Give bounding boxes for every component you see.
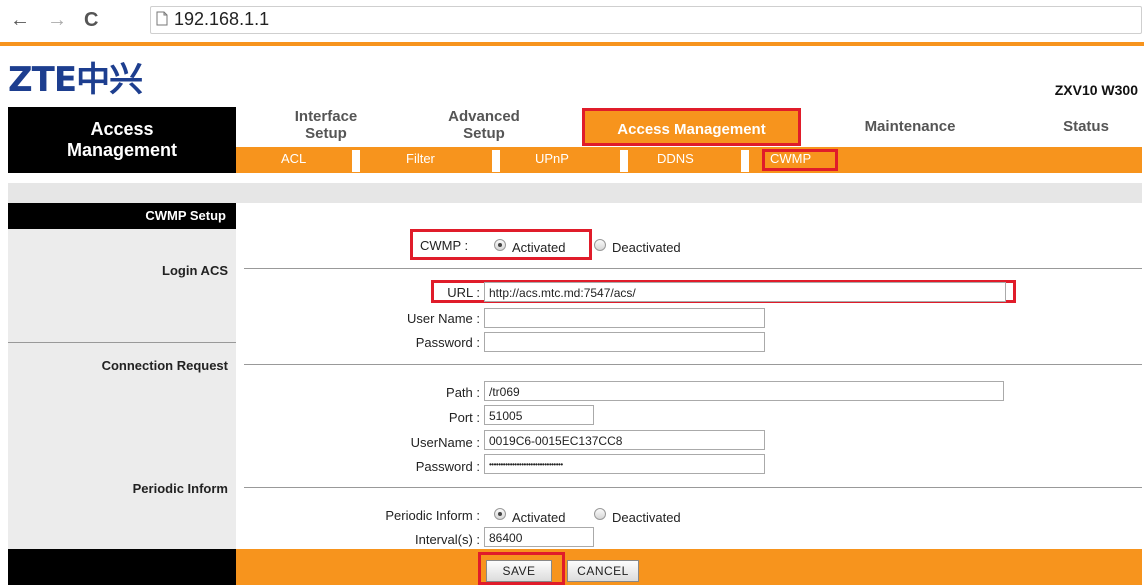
periodic-inform-label: Periodic Inform : (385, 508, 480, 523)
left-panel (8, 203, 236, 549)
section-periodic-inform: Periodic Inform (132, 481, 228, 496)
footer-bar (236, 549, 1142, 585)
subtab-cwmp[interactable]: CWMP (770, 151, 811, 166)
url-label: URL : (447, 285, 480, 300)
cwmp-activated-label: Activated (512, 240, 566, 255)
tab-advanced-setup[interactable]: Advanced Setup (426, 108, 542, 148)
left-section-title: Access Management (8, 107, 236, 173)
periodic-activated-label: Activated (512, 510, 566, 525)
cwmp-activated-radio[interactable] (494, 239, 506, 251)
interval-input[interactable]: 86400 (484, 527, 594, 547)
model-name: ZXV10 W300 (1054, 82, 1138, 98)
periodic-deactivated-radio[interactable] (594, 508, 606, 520)
periodic-activated-radio[interactable] (494, 508, 506, 520)
footer-left (8, 549, 236, 585)
acs-password-input[interactable] (484, 332, 765, 352)
section-divider (244, 364, 1142, 365)
cr-username-label: UserName : (410, 435, 480, 450)
cancel-button[interactable]: CANCEL (567, 560, 639, 582)
address-bar[interactable] (150, 6, 1142, 34)
subtab-separator (352, 150, 360, 172)
subtab-filter[interactable]: Filter (406, 151, 435, 166)
spacer-bar (8, 183, 1142, 203)
reload-icon[interactable]: C (84, 10, 98, 30)
periodic-deactivated-label: Deactivated (612, 510, 681, 525)
cr-username-input[interactable]: 0019C6-0015EC137CC8 (484, 430, 765, 450)
cr-password-input[interactable]: •••••••••••••••••••••••••••••••• (484, 454, 765, 474)
subtab-separator (492, 150, 500, 172)
url-input[interactable]: http://acs.mtc.md:7547/acs/ (484, 282, 1006, 302)
subtab-separator (620, 150, 628, 172)
subtab-upnp[interactable]: UPnP (535, 151, 569, 166)
cwmp-deactivated-radio[interactable] (594, 239, 606, 251)
cr-password-label: Password : (415, 459, 480, 474)
section-divider (244, 487, 1142, 488)
path-input[interactable]: /tr069 (484, 381, 1004, 401)
cwmp-deactivated-label: Deactivated (612, 240, 681, 255)
left-section-title-text: Access Management (66, 119, 178, 160)
subtab-acl[interactable]: ACL (281, 151, 306, 166)
port-input[interactable]: 51005 (484, 405, 594, 425)
port-label: Port : (448, 410, 480, 425)
back-arrow-icon[interactable]: ← (10, 10, 30, 30)
subtab-ddns[interactable]: DDNS (657, 151, 694, 166)
page-icon (156, 11, 168, 26)
section-divider (244, 268, 1142, 269)
acs-username-input[interactable] (484, 308, 765, 328)
acs-username-label: User Name : (407, 311, 480, 326)
subtab-separator (741, 150, 749, 172)
orange-divider (0, 42, 1144, 46)
tab-access-management[interactable]: Access Management (582, 108, 801, 146)
section-connection-request: Connection Request (101, 358, 228, 373)
zte-logo: ZTE中兴 (8, 60, 143, 100)
section-cwmp-setup: CWMP Setup (8, 203, 236, 229)
cwmp-label: CWMP : (420, 238, 469, 253)
left-divider (8, 342, 236, 343)
acs-password-label: Password : (415, 335, 480, 350)
address-text: 192.168.1.1 (174, 9, 270, 29)
interval-label: Interval(s) : (414, 532, 480, 547)
path-label: Path : (446, 385, 480, 400)
forward-arrow-icon[interactable]: → (47, 10, 67, 30)
section-login-acs: Login ACS (162, 263, 228, 278)
tab-interface-setup[interactable]: Interface Setup (272, 108, 380, 148)
save-button[interactable]: SAVE (486, 560, 552, 582)
